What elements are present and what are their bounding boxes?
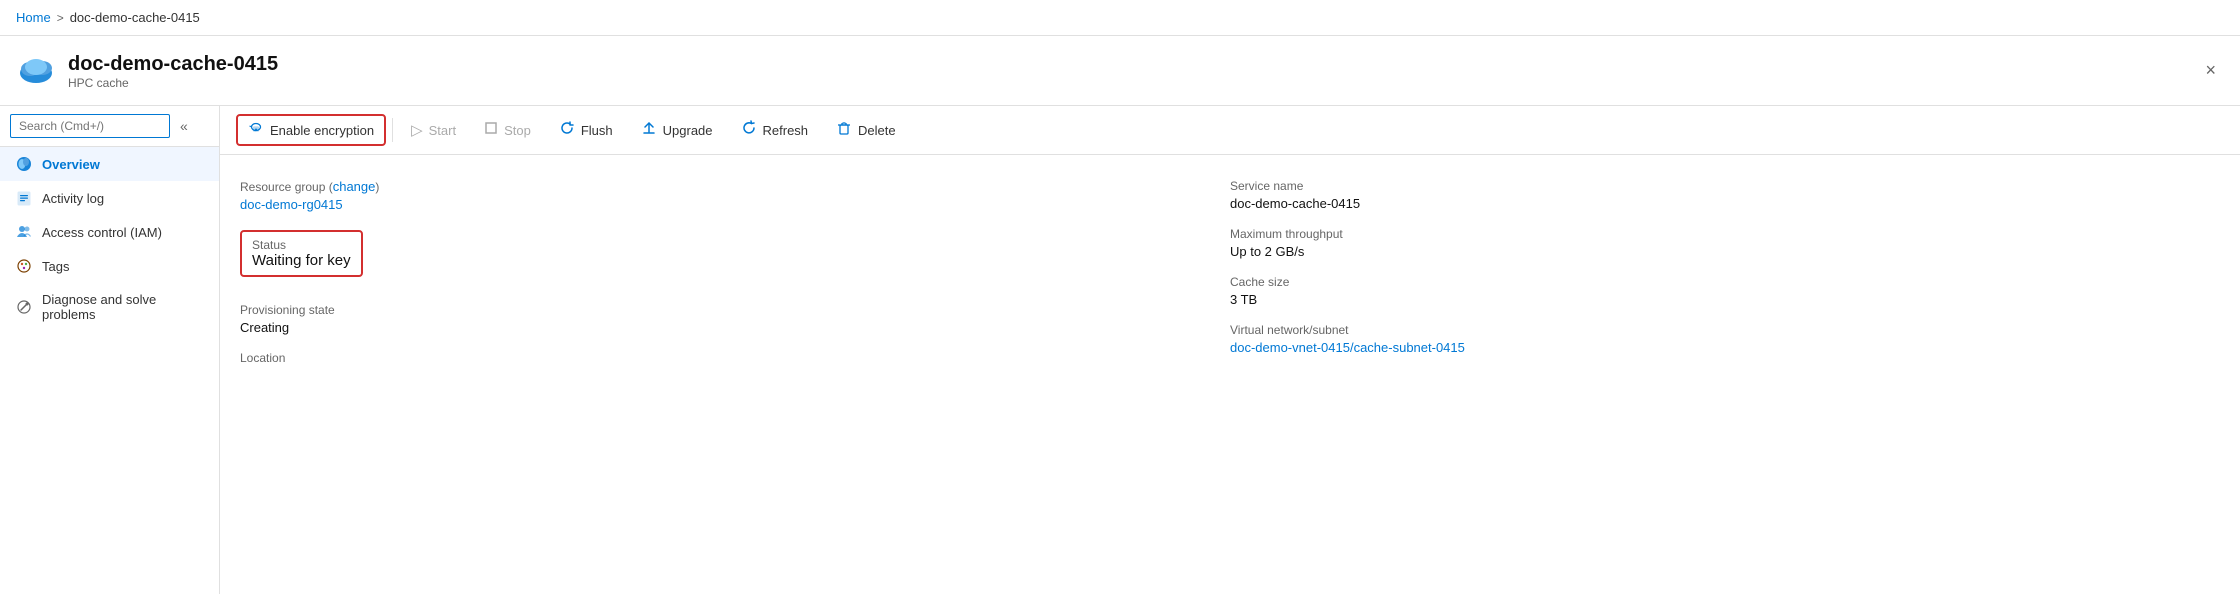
- provisioning-state-value: Creating: [240, 320, 1230, 335]
- cache-size-value: 3 TB: [1230, 292, 2220, 307]
- search-container: «: [0, 106, 219, 147]
- top-bar: Home > doc-demo-cache-0415: [0, 0, 2240, 36]
- resource-title: doc-demo-cache-0415: [68, 52, 278, 76]
- delete-button[interactable]: Delete: [824, 114, 908, 146]
- breadcrumb: Home > doc-demo-cache-0415: [16, 10, 200, 25]
- start-label: Start: [429, 123, 456, 138]
- flush-button[interactable]: Flush: [547, 114, 625, 146]
- hpc-cache-icon: [16, 51, 56, 91]
- sidebar-label-tags: Tags: [42, 259, 69, 274]
- header-left: doc-demo-cache-0415 HPC cache: [16, 51, 278, 91]
- sidebar-item-tags[interactable]: Tags: [0, 249, 219, 283]
- iam-icon: [16, 224, 32, 240]
- start-button[interactable]: ▷ Start: [399, 115, 468, 145]
- sidebar-item-overview[interactable]: Overview: [0, 147, 219, 181]
- delete-icon: [836, 120, 852, 140]
- start-icon: ▷: [411, 121, 423, 139]
- stop-label: Stop: [504, 123, 531, 138]
- toolbar-divider-1: [392, 118, 393, 142]
- refresh-button[interactable]: Refresh: [729, 114, 821, 146]
- sidebar-label-activity-log: Activity log: [42, 191, 104, 206]
- upgrade-label: Upgrade: [663, 123, 713, 138]
- sidebar-item-activity-log[interactable]: Activity log: [0, 181, 219, 215]
- upgrade-icon: [641, 120, 657, 140]
- breadcrumb-current: doc-demo-cache-0415: [70, 10, 200, 25]
- toolbar: Enable encryption ▷ Start Stop: [220, 106, 2240, 155]
- delete-label: Delete: [858, 123, 896, 138]
- service-name-detail: Service name doc-demo-cache-0415: [1230, 171, 2220, 219]
- sidebar-label-diagnose: Diagnose and solve problems: [42, 292, 203, 322]
- flush-label: Flush: [581, 123, 613, 138]
- max-throughput-label: Maximum throughput: [1230, 227, 2220, 241]
- breadcrumb-home[interactable]: Home: [16, 10, 51, 25]
- sidebar-label-overview: Overview: [42, 157, 100, 172]
- location-detail: Location: [240, 343, 1230, 376]
- resource-group-detail: Resource group (change) doc-demo-rg0415: [240, 171, 1230, 220]
- upgrade-button[interactable]: Upgrade: [629, 114, 725, 146]
- resource-header: doc-demo-cache-0415 HPC cache ×: [0, 36, 2240, 106]
- enable-encryption-button[interactable]: Enable encryption: [236, 114, 386, 146]
- status-value: Waiting for key: [252, 252, 351, 269]
- vnet-subnet-label: Virtual network/subnet: [1230, 323, 2220, 337]
- provisioning-state-detail: Provisioning state Creating: [240, 295, 1230, 343]
- sidebar-label-iam: Access control (IAM): [42, 225, 162, 240]
- max-throughput-value: Up to 2 GB/s: [1230, 244, 2220, 259]
- location-label: Location: [240, 351, 1230, 365]
- details-grid: Resource group (change) doc-demo-rg0415 …: [220, 155, 2240, 392]
- encryption-icon: [248, 120, 264, 140]
- diagnose-icon: [16, 299, 32, 315]
- status-detail: Status Waiting for key: [240, 220, 1230, 285]
- provisioning-state-label: Provisioning state: [240, 303, 1230, 317]
- vnet-subnet-value[interactable]: doc-demo-vnet-0415/cache-subnet-0415: [1230, 340, 2220, 355]
- resource-subtitle: HPC cache: [68, 76, 278, 90]
- main-layout: « Overview Activity log: [0, 106, 2240, 594]
- stop-icon: [484, 121, 498, 139]
- content-area: Enable encryption ▷ Start Stop: [220, 106, 2240, 594]
- activity-log-icon: [16, 190, 32, 206]
- breadcrumb-separator: >: [57, 11, 64, 25]
- status-box: Status Waiting for key: [240, 230, 363, 277]
- service-name-label: Service name: [1230, 179, 2220, 193]
- sidebar-item-diagnose[interactable]: Diagnose and solve problems: [0, 283, 219, 331]
- search-input[interactable]: [10, 114, 170, 138]
- sidebar-item-iam[interactable]: Access control (IAM): [0, 215, 219, 249]
- max-throughput-detail: Maximum throughput Up to 2 GB/s: [1230, 219, 2220, 267]
- enable-encryption-label: Enable encryption: [270, 123, 374, 138]
- flush-icon: [559, 120, 575, 140]
- refresh-icon: [741, 120, 757, 140]
- cache-size-detail: Cache size 3 TB: [1230, 267, 2220, 315]
- resource-group-label: Resource group (change): [240, 179, 1230, 194]
- stop-button[interactable]: Stop: [472, 115, 543, 145]
- refresh-label: Refresh: [763, 123, 809, 138]
- tags-icon: [16, 258, 32, 274]
- collapse-button[interactable]: «: [176, 116, 192, 136]
- cache-size-label: Cache size: [1230, 275, 2220, 289]
- vnet-subnet-detail: Virtual network/subnet doc-demo-vnet-041…: [1230, 315, 2220, 363]
- overview-icon: [16, 156, 32, 172]
- header-title-group: doc-demo-cache-0415 HPC cache: [68, 52, 278, 90]
- status-label: Status: [252, 238, 351, 252]
- service-name-value: doc-demo-cache-0415: [1230, 196, 2220, 211]
- resource-group-value[interactable]: doc-demo-rg0415: [240, 197, 1230, 212]
- resource-group-change-link[interactable]: change: [333, 179, 376, 194]
- details-left: Resource group (change) doc-demo-rg0415 …: [240, 171, 1230, 376]
- close-button[interactable]: ×: [2197, 56, 2224, 85]
- details-right: Service name doc-demo-cache-0415 Maximum…: [1230, 171, 2220, 376]
- sidebar: « Overview Activity log: [0, 106, 220, 594]
